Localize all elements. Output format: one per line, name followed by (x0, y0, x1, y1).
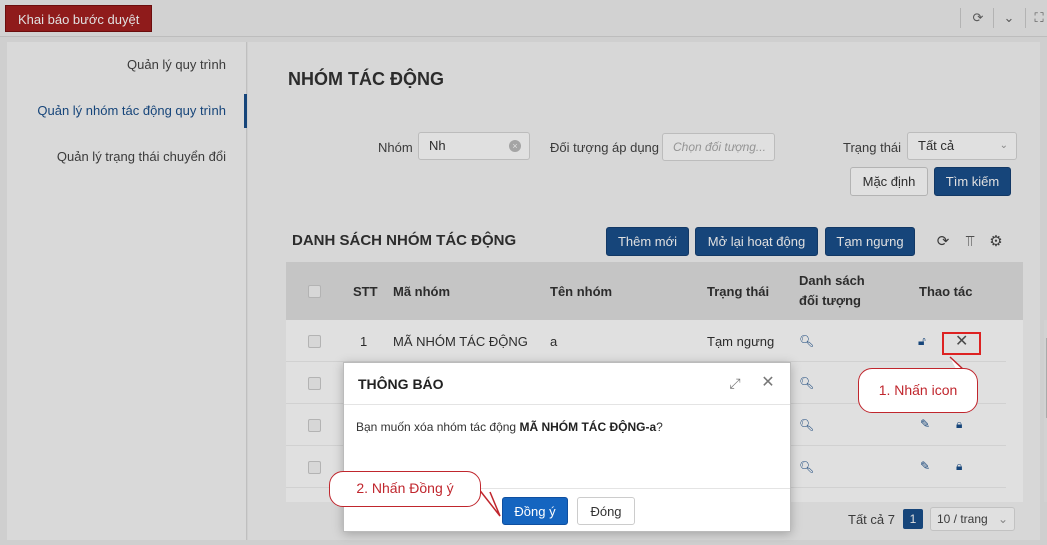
callout-step2: 2. Nhấn Đồng ý (329, 471, 481, 507)
callout-pointer-2 (477, 487, 501, 517)
callout-pointers (477, 356, 967, 517)
callout-step1: 1. Nhấn icon (858, 368, 978, 413)
